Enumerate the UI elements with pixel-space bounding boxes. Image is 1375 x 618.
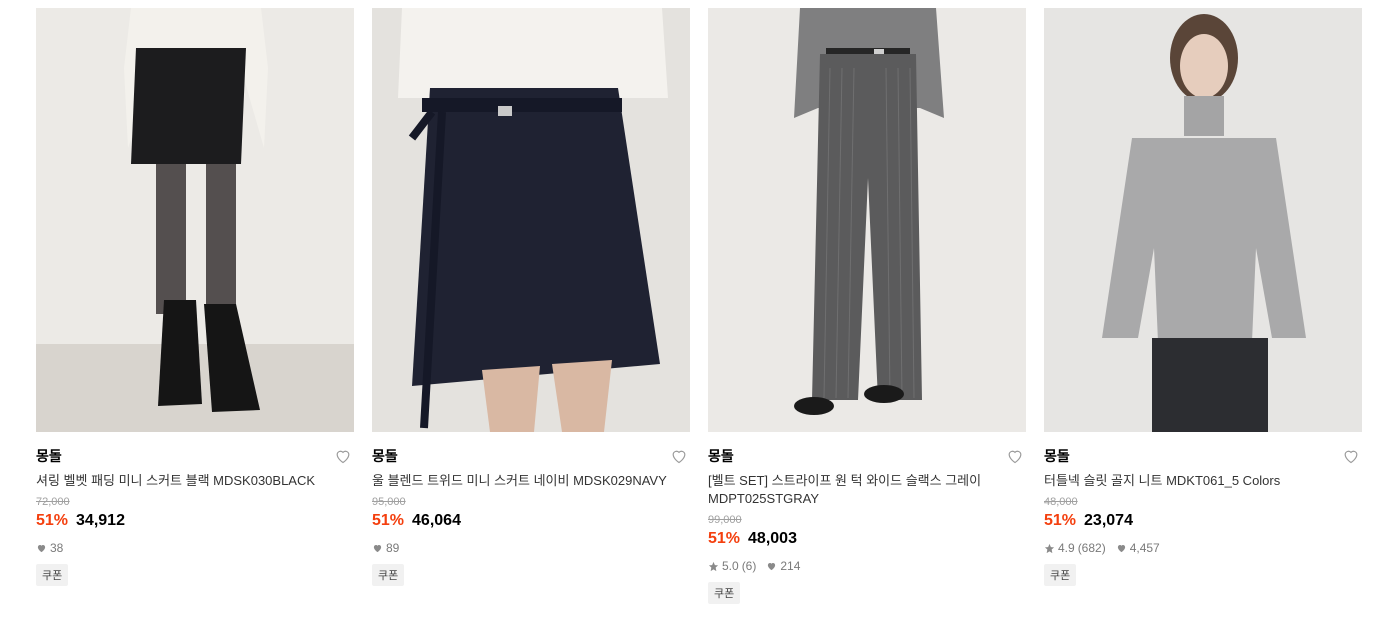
product-stats: 5.0 (6) 214 [708,558,1026,574]
rating-value: 5.0 [722,559,739,573]
review-count: (6) [741,559,757,573]
sale-price: 48,003 [748,530,797,547]
sale-price: 34,912 [76,512,125,529]
product-title[interactable]: [벨트 SET] 스트라이프 원 턱 와이드 슬랙스 그레이 MDPT025ST… [708,472,1026,508]
product-image[interactable] [708,8,1026,432]
like-count: 4,457 [1116,541,1160,555]
product-stats: 38 [36,540,354,556]
heart-filled-icon [768,563,776,571]
discount-rate: 51% [708,530,741,547]
heart-outline-icon[interactable] [1340,446,1362,466]
like-count: 89 [372,541,399,555]
product-grid: 몽돌 셔링 벨벳 패딩 미니 스커트 블랙 MDSK030BLACK 72,00… [36,8,1362,604]
rating: 4.9 (682) [1044,541,1106,555]
product-stats: 89 [372,540,690,556]
product-card[interactable]: 몽돌 터틀넥 슬릿 골지 니트 MDKT061_5 Colors 48,000 … [1044,8,1362,604]
coupon-badge: 쿠폰 [36,564,69,586]
product-stats: 4.9 (682) 4,457 [1044,540,1362,556]
like-count-value: 4,457 [1129,541,1160,555]
heart-outline-icon[interactable] [668,446,690,466]
like-count-value: 38 [50,541,64,555]
heart-outline-icon[interactable] [332,446,354,466]
product-image[interactable] [1044,8,1362,432]
product-image[interactable] [36,8,354,432]
brand-name[interactable]: 몽돌 [372,446,398,466]
original-price: 48,000 [1044,496,1078,508]
original-price: 95,000 [372,496,406,508]
product-card[interactable]: 몽돌 울 블렌드 트위드 미니 스커트 네이비 MDSK029NAVY 95,0… [372,8,690,604]
discount-rate: 51% [1044,512,1077,529]
discount-rate: 51% [372,512,405,529]
product-card[interactable]: 몽돌 [벨트 SET] 스트라이프 원 턱 와이드 슬랙스 그레이 MDPT02… [708,8,1026,604]
heart-outline-icon[interactable] [1004,446,1026,466]
product-card[interactable]: 몽돌 셔링 벨벳 패딩 미니 스커트 블랙 MDSK030BLACK 72,00… [36,8,354,604]
product-image[interactable] [372,8,690,432]
brand-name[interactable]: 몽돌 [36,446,62,466]
rating: 5.0 (6) [708,559,756,573]
brand-name[interactable]: 몽돌 [1044,446,1070,466]
product-title[interactable]: 셔링 벨벳 패딩 미니 스커트 블랙 MDSK030BLACK [36,472,354,490]
product-title[interactable]: 울 블렌드 트위드 미니 스커트 네이비 MDSK029NAVY [372,472,690,490]
sale-price: 23,074 [1084,512,1133,529]
sale-price: 46,064 [412,512,461,529]
review-count: (682) [1077,541,1106,555]
heart-filled-icon [1117,545,1125,553]
heart-filled-icon [37,545,46,553]
like-count-value: 89 [386,541,400,555]
like-count: 214 [766,559,800,573]
coupon-badge: 쿠폰 [372,564,405,586]
coupon-badge: 쿠폰 [1044,564,1077,586]
like-count-value: 214 [780,559,801,573]
like-count: 38 [36,541,63,555]
star-icon [1044,543,1055,553]
discount-rate: 51% [36,512,69,529]
brand-name[interactable]: 몽돌 [708,446,734,466]
rating-value: 4.9 [1058,541,1075,555]
product-title[interactable]: 터틀넥 슬릿 골지 니트 MDKT061_5 Colors [1044,472,1362,490]
heart-filled-icon [373,545,382,553]
star-icon [708,561,719,571]
coupon-badge: 쿠폰 [708,582,741,604]
original-price: 72,000 [36,496,70,508]
original-price: 99,000 [708,514,742,526]
